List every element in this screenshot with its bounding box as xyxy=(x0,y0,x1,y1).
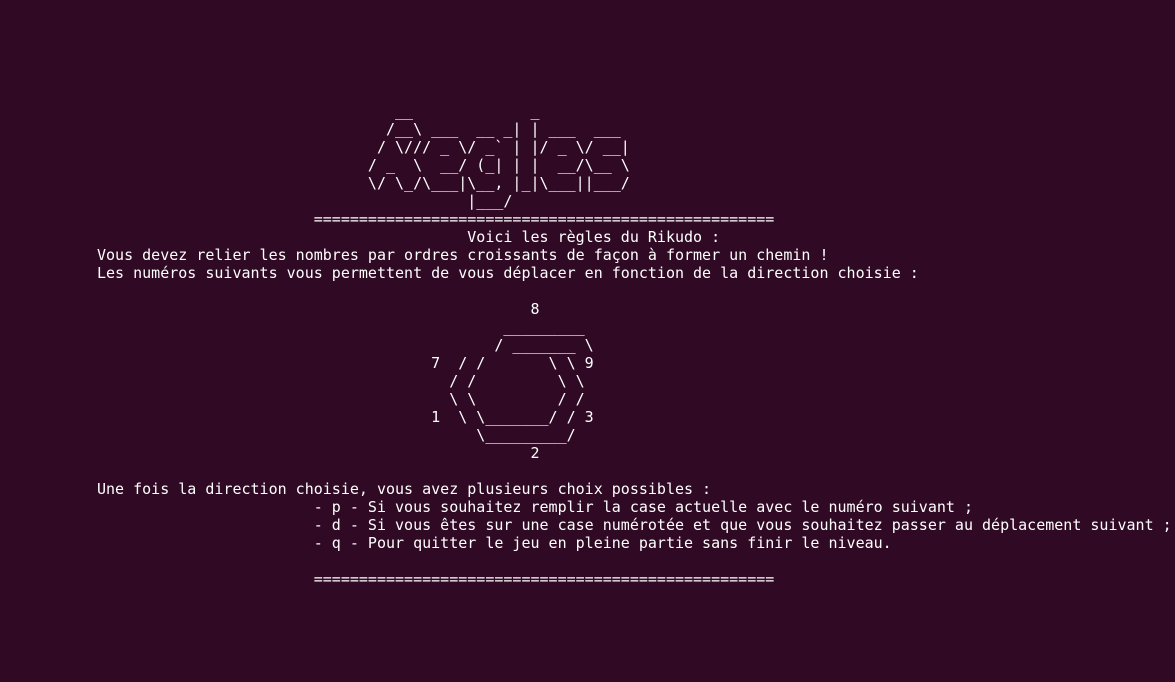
hexagon-line-7: 1 \ \_______/ / 3 xyxy=(97,408,594,426)
ascii-title-line-6: |___/ xyxy=(97,192,513,210)
hexagon-line-5: / / \ \ xyxy=(97,372,585,390)
separator-top: ========================================… xyxy=(97,210,775,228)
terminal-output: __ _ /__\ ___ __ _| | ___ ___ / \/// _ \… xyxy=(97,102,1172,588)
separator-bottom: ========================================… xyxy=(97,570,775,588)
choice-d: - d - Si vous êtes sur une case numéroté… xyxy=(97,516,1172,534)
hexagon-line-4: 7 / / \ \ 9 xyxy=(97,354,594,372)
hexagon-line-6: \ \ / / xyxy=(97,390,585,408)
rules-text-link: Vous devez relier les nombres par ordres… xyxy=(97,246,829,264)
hexagon-line-8: \_________/ xyxy=(97,426,576,444)
hexagon-line-9: 2 xyxy=(97,444,540,462)
hexagon-line-3: / _______ \ xyxy=(97,336,594,354)
hexagon-line-2: _________ xyxy=(97,318,585,336)
ascii-title-line-3: / \/// _ \/ _` | |/ _ \/ __| xyxy=(97,138,630,156)
choice-p: - p - Si vous souhaitez remplir la case … xyxy=(97,498,973,516)
ascii-title-line-5: \/ \_/\___|\__, |_|\___||___/ xyxy=(97,174,630,192)
choice-q: - q - Pour quitter le jeu en pleine part… xyxy=(97,534,892,552)
rules-text-directions: Les numéros suivants vous permettent de … xyxy=(97,264,919,282)
ascii-title-line-1: __ _ xyxy=(97,102,540,120)
terminal-window[interactable]: __ _ /__\ ___ __ _| | ___ ___ / \/// _ \… xyxy=(0,0,1175,682)
rules-heading: Voici les règles du Rikudo : xyxy=(97,228,721,246)
ascii-title-line-4: / _ \ __/ (_| | | __/\__ \ xyxy=(97,156,630,174)
choices-heading: Une fois la direction choisie, vous avez… xyxy=(97,480,712,498)
ascii-title-line-2: /__\ ___ __ _| | ___ ___ xyxy=(97,120,621,138)
hexagon-line-1: 8 xyxy=(97,300,540,318)
